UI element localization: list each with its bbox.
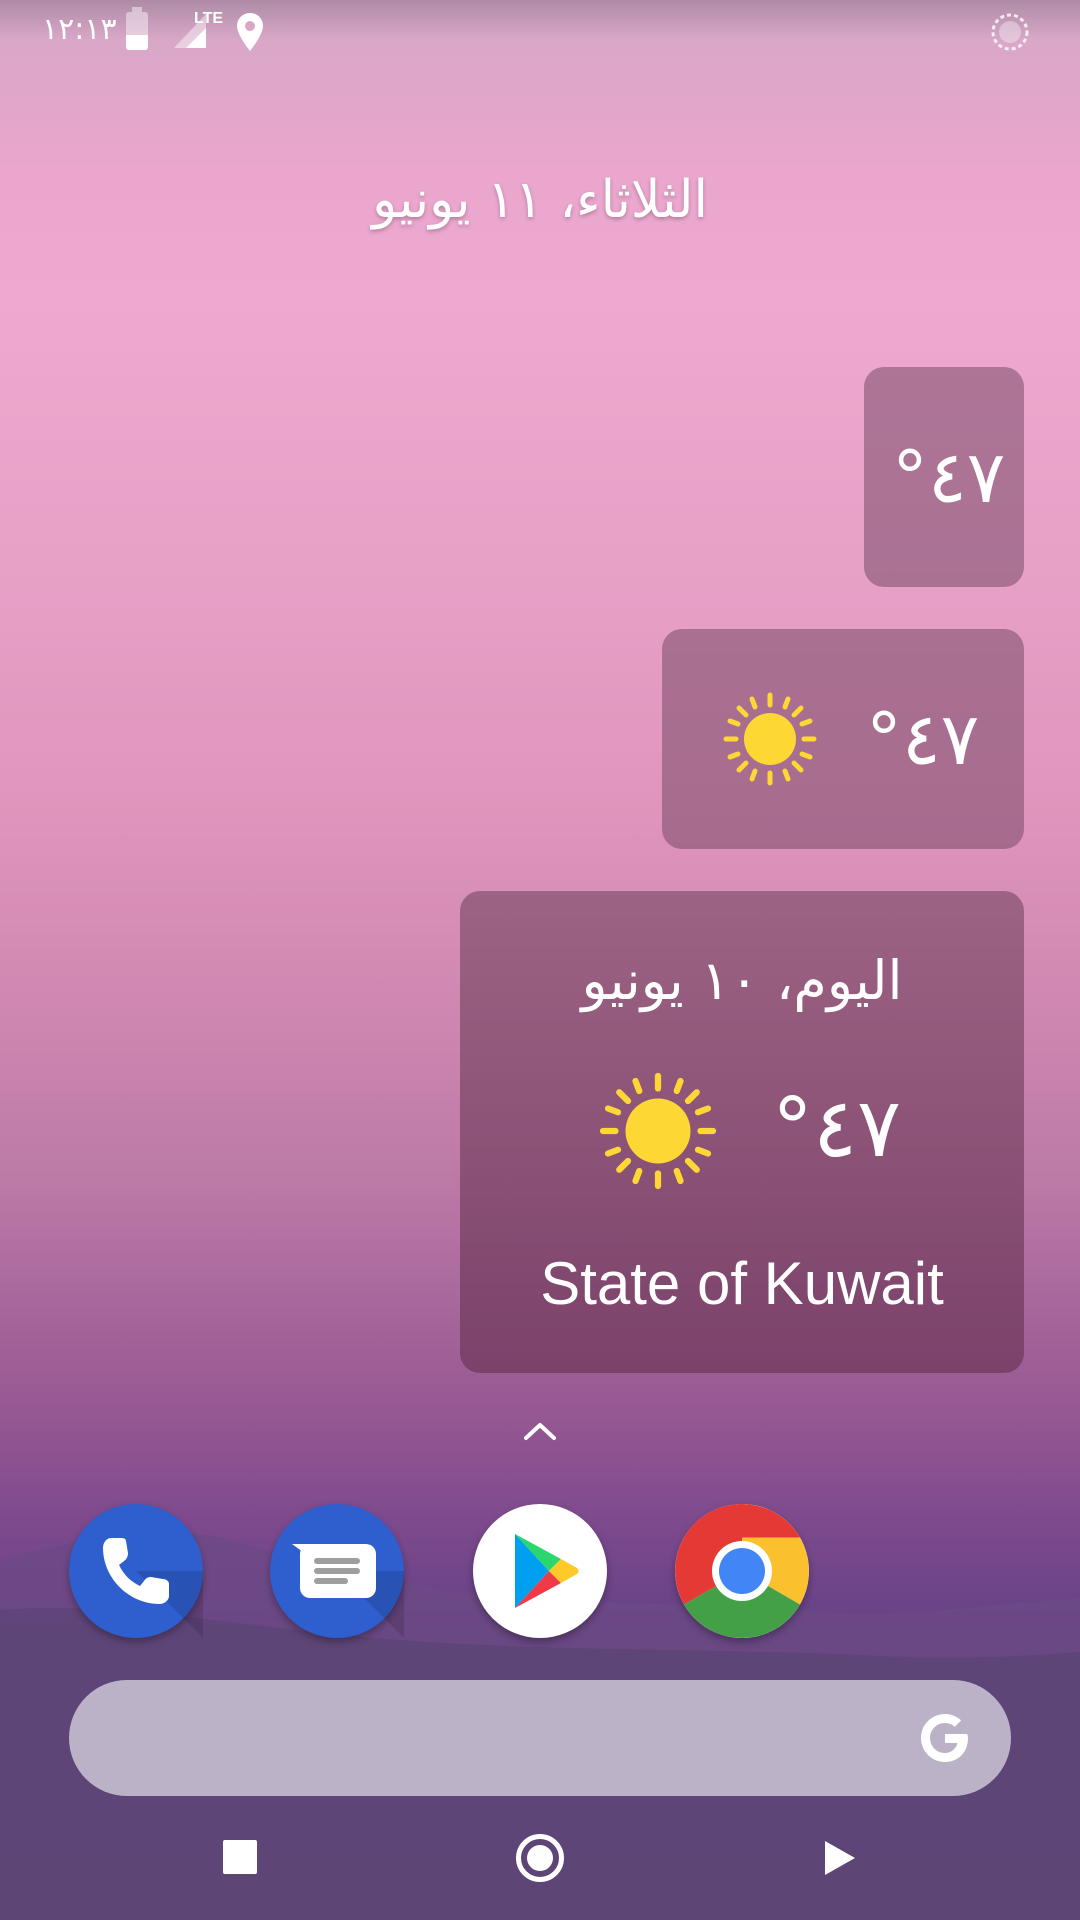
recent-apps-button[interactable] — [223, 1840, 257, 1874]
weather-widget-small[interactable]: °٤٧ — [864, 367, 1024, 587]
temperature-label: °٤٧ — [866, 697, 980, 781]
messages-app-button[interactable] — [270, 1504, 404, 1638]
phone-app-button[interactable] — [69, 1504, 203, 1638]
status-time: ١٢:١٣ — [42, 12, 117, 47]
messages-icon — [292, 1544, 404, 1638]
temperature-label: °٤٧ — [892, 435, 1006, 519]
battery-icon — [126, 7, 148, 50]
weather-widget-large[interactable]: اليوم، ١٠ يونيو °٤٧ State of Kuwait — [460, 891, 1024, 1373]
google-search-bar[interactable] — [69, 1680, 1011, 1796]
home-button[interactable] — [516, 1834, 564, 1882]
sync-icon — [991, 13, 1029, 51]
play-store-icon — [515, 1534, 579, 1608]
sun-icon — [723, 692, 817, 786]
back-button[interactable] — [822, 1838, 858, 1878]
google-icon — [921, 1714, 968, 1762]
forecast-date: اليوم، ١٠ يونيو — [581, 949, 903, 1012]
temperature-label: °٤٧ — [772, 1081, 902, 1176]
sun-icon — [599, 1072, 717, 1190]
chrome-icon — [675, 1504, 809, 1638]
weather-widget-medium[interactable]: °٤٧ — [662, 629, 1024, 849]
home-date[interactable]: الثلاثاء، ١١ يونيو — [0, 170, 1080, 230]
status-bar: ١٢:١٣ LTE — [0, 0, 1080, 62]
chevron-up-icon[interactable] — [520, 1418, 560, 1444]
phone-icon — [103, 1538, 203, 1638]
chrome-app-button[interactable] — [675, 1504, 809, 1638]
play-store-app-button[interactable] — [473, 1504, 607, 1638]
location-label: State of Kuwait — [540, 1250, 944, 1317]
network-type-label: LTE — [194, 10, 224, 27]
location-icon — [237, 13, 263, 51]
